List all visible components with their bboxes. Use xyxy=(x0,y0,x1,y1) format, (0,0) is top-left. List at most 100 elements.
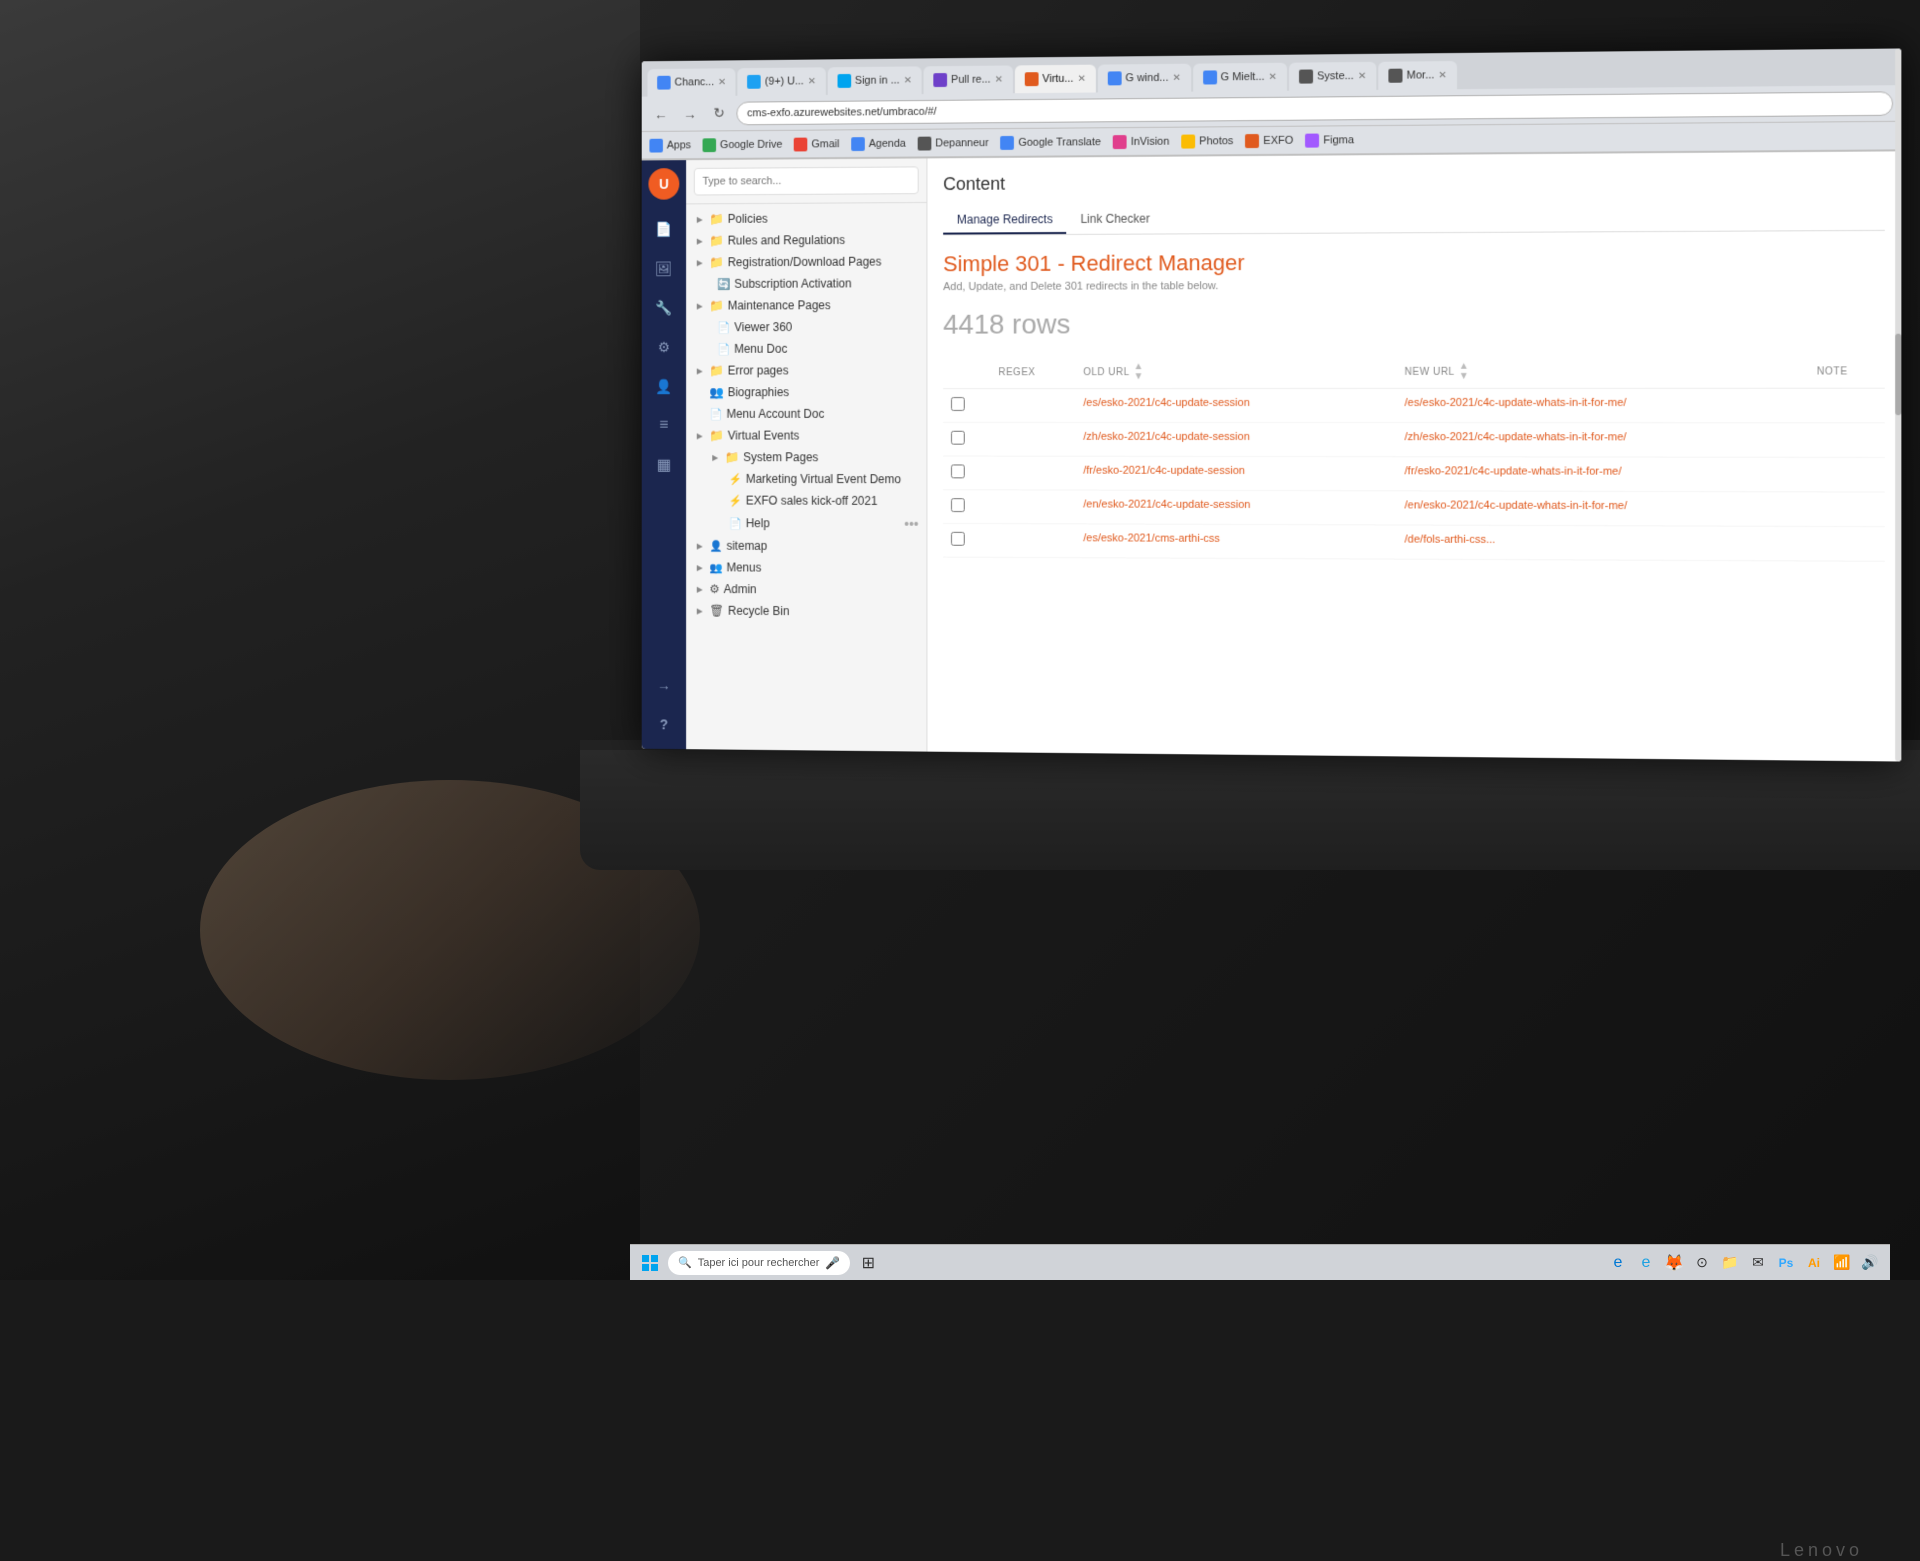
browser-tab-3[interactable]: Pull re... ✕ xyxy=(924,65,1013,94)
row1-new-url[interactable]: /es/esko-2021/c4c-update-whats-in-it-for… xyxy=(1397,388,1783,423)
taskbar-icon-volume[interactable]: 🔊 xyxy=(1858,1251,1882,1275)
umbraco-logo[interactable]: U xyxy=(648,168,679,200)
row2-new-url[interactable]: /zh/esko-2021/c4c-update-whats-in-it-for… xyxy=(1397,423,1783,458)
tab-close-8[interactable]: ✕ xyxy=(1438,70,1446,81)
browser-tab-2[interactable]: Sign in ... ✕ xyxy=(828,66,922,95)
row2-old-url[interactable]: /zh/esko-2021/c4c-update-session xyxy=(1075,422,1370,456)
browser-tab-6[interactable]: G Mielt... ✕ xyxy=(1193,63,1287,92)
bookmark-apps[interactable]: Apps xyxy=(649,138,691,152)
browser-tab-5[interactable]: G wind... ✕ xyxy=(1098,64,1191,93)
back-button[interactable]: ← xyxy=(649,102,672,126)
tab-close-5[interactable]: ✕ xyxy=(1172,72,1180,83)
sidebar-icon-settings[interactable]: ⚙ xyxy=(647,329,682,364)
tree-item-error[interactable]: ▶ 📁 Error pages xyxy=(686,359,926,381)
taskbar-icon-explorer[interactable]: 📁 xyxy=(1718,1251,1742,1275)
sidebar-icon-help[interactable]: ? xyxy=(647,707,682,743)
tab-close-7[interactable]: ✕ xyxy=(1358,70,1366,81)
bookmark-exfo[interactable]: EXFO xyxy=(1245,133,1293,147)
tree-more-help[interactable]: ••• xyxy=(904,516,918,532)
browser-tab-8[interactable]: Mor... ✕ xyxy=(1378,61,1457,90)
row5-checkbox-cell xyxy=(943,523,990,557)
tree-item-biographies[interactable]: 👥 Biographies xyxy=(686,381,926,403)
row1-checkbox[interactable] xyxy=(951,397,965,411)
tab-close-0[interactable]: ✕ xyxy=(718,77,726,88)
bookmark-depanneur[interactable]: Depanneur xyxy=(918,136,989,150)
bookmark-icon-exfo xyxy=(1245,134,1259,148)
reload-button[interactable]: ↻ xyxy=(707,101,730,125)
row4-old-url[interactable]: /en/esko-2021/c4c-update-session xyxy=(1075,490,1370,525)
browser-tab-1[interactable]: (9+) U... ✕ xyxy=(738,67,826,95)
taskbar-icon-ie[interactable]: e xyxy=(1634,1251,1658,1275)
row1-old-url[interactable]: /es/esko-2021/c4c-update-session xyxy=(1075,388,1370,422)
tree-item-recyclebin[interactable]: ▶ 🗑 Recycle Bin xyxy=(686,600,926,623)
sidebar-icon-image[interactable]: 🖼 xyxy=(647,251,682,287)
row4-checkbox[interactable] xyxy=(951,498,965,512)
browser-tab-4[interactable]: Virtu... ✕ xyxy=(1015,65,1096,94)
bookmark-agenda[interactable]: Agenda xyxy=(851,136,906,150)
col-new-url[interactable]: NEW URL ▲▼ xyxy=(1397,355,1783,388)
tree-item-menudoc[interactable]: 📄 Menu Doc xyxy=(686,338,926,360)
row2-checkbox[interactable] xyxy=(951,431,965,445)
tree-item-rules[interactable]: ▶ 📁 Rules and Regulations xyxy=(686,229,926,252)
umbraco-sidebar: U 📄 🖼 🔧 ⚙ 👤 ≡ ▦ → ? xyxy=(642,160,686,750)
windows-start-button[interactable] xyxy=(638,1251,662,1275)
tree-item-viewer[interactable]: 📄 Viewer 360 xyxy=(686,316,926,338)
address-bar[interactable]: cms-exfo.azurewebsites.net/umbraco/#/ xyxy=(736,91,1893,125)
tab-close-1[interactable]: ✕ xyxy=(808,76,816,87)
tree-item-menus[interactable]: ▶ 👥 Menus xyxy=(686,556,926,579)
tab-manage-redirects[interactable]: Manage Redirects xyxy=(943,206,1066,234)
tree-item-systempages[interactable]: ▶ 📁 System Pages xyxy=(686,446,926,468)
tree-item-subscription[interactable]: 🔄 Subscription Activation xyxy=(686,272,926,295)
col-regex[interactable]: REGEX xyxy=(991,356,1076,388)
bookmark-drive[interactable]: Google Drive xyxy=(703,137,783,151)
tree-item-admin[interactable]: ▶ ⚙ Admin xyxy=(686,578,926,601)
taskbar-icon-ai[interactable]: Ai xyxy=(1802,1251,1826,1275)
row3-new-url[interactable]: /fr/esko-2021/c4c-update-whats-in-it-for… xyxy=(1397,457,1783,492)
row4-new-url[interactable]: /en/esko-2021/c4c-update-whats-in-it-for… xyxy=(1397,491,1783,526)
tab-close-3[interactable]: ✕ xyxy=(995,74,1003,85)
row3-checkbox[interactable] xyxy=(951,464,965,478)
tab-close-4[interactable]: ✕ xyxy=(1077,73,1085,84)
taskbar-icon-mail[interactable]: ✉ xyxy=(1746,1251,1770,1275)
taskbar-icon-chrome[interactable]: ⊙ xyxy=(1690,1251,1714,1275)
sidebar-icon-document[interactable]: 📄 xyxy=(647,211,682,247)
taskbar-icon-network[interactable]: 📶 xyxy=(1830,1251,1854,1275)
taskbar-icon-task-view[interactable]: ⊞ xyxy=(856,1251,880,1275)
taskbar-icon-edge[interactable]: e xyxy=(1606,1251,1630,1275)
sidebar-icon-grid[interactable]: ▦ xyxy=(647,447,682,482)
sidebar-icon-user[interactable]: 👤 xyxy=(647,369,682,404)
bookmark-translate[interactable]: Google Translate xyxy=(1001,135,1101,150)
tree-search-input[interactable] xyxy=(694,166,919,195)
browser-tab-0[interactable]: Chanc... ✕ xyxy=(647,68,735,96)
tree-item-policies[interactable]: ▶ 📁 Policies xyxy=(686,207,926,230)
bookmark-photos[interactable]: Photos xyxy=(1181,134,1233,148)
taskbar-search[interactable]: 🔍 Taper ici pour rechercher 🎤 xyxy=(668,1251,850,1275)
row5-checkbox[interactable] xyxy=(951,532,965,546)
col-old-url[interactable]: OLD URL ▲▼ xyxy=(1075,356,1370,389)
bookmark-icon-depanneur xyxy=(918,136,932,150)
bookmark-gmail[interactable]: Gmail xyxy=(794,137,840,151)
tab-link-checker[interactable]: Link Checker xyxy=(1067,206,1164,234)
taskbar-icon-firefox[interactable]: 🦊 xyxy=(1662,1251,1686,1275)
tree-item-registration[interactable]: ▶ 📁 Registration/Download Pages xyxy=(686,251,926,274)
tree-item-menuaccount[interactable]: 📄 Menu Account Doc xyxy=(686,403,926,425)
row3-old-url[interactable]: /fr/esko-2021/c4c-update-session xyxy=(1075,456,1370,491)
tree-item-virtualevents[interactable]: ▶ 📁 Virtual Events xyxy=(686,425,926,447)
forward-button[interactable]: → xyxy=(678,102,701,126)
tree-item-sitemap[interactable]: ▶ 👤 sitemap xyxy=(686,535,926,558)
row5-new-url[interactable]: /de/fols-arthi-css... xyxy=(1397,525,1783,561)
row5-old-url[interactable]: /es/esko-2021/cms-arthi-css xyxy=(1075,524,1370,559)
tab-close-2[interactable]: ✕ xyxy=(904,75,912,86)
tree-item-help[interactable]: 📄 Help ••• xyxy=(686,511,926,536)
tab-close-6[interactable]: ✕ xyxy=(1269,71,1277,82)
tree-item-marketing[interactable]: ⚡ Marketing Virtual Event Demo xyxy=(686,468,926,490)
bookmark-invision[interactable]: InVision xyxy=(1113,134,1170,148)
sidebar-icon-list[interactable]: ≡ xyxy=(647,408,682,443)
browser-tab-7[interactable]: Syste... ✕ xyxy=(1289,62,1376,91)
taskbar-icon-ps[interactable]: Ps xyxy=(1774,1251,1798,1275)
sidebar-icon-wrench[interactable]: 🔧 xyxy=(647,290,682,325)
bookmark-figma[interactable]: Figma xyxy=(1305,133,1354,147)
tree-item-exfosales[interactable]: ⚡ EXFO sales kick-off 2021 xyxy=(686,490,926,512)
sidebar-icon-arrow[interactable]: → xyxy=(647,667,682,703)
tree-item-maintenance[interactable]: ▶ 📁 Maintenance Pages xyxy=(686,294,926,316)
